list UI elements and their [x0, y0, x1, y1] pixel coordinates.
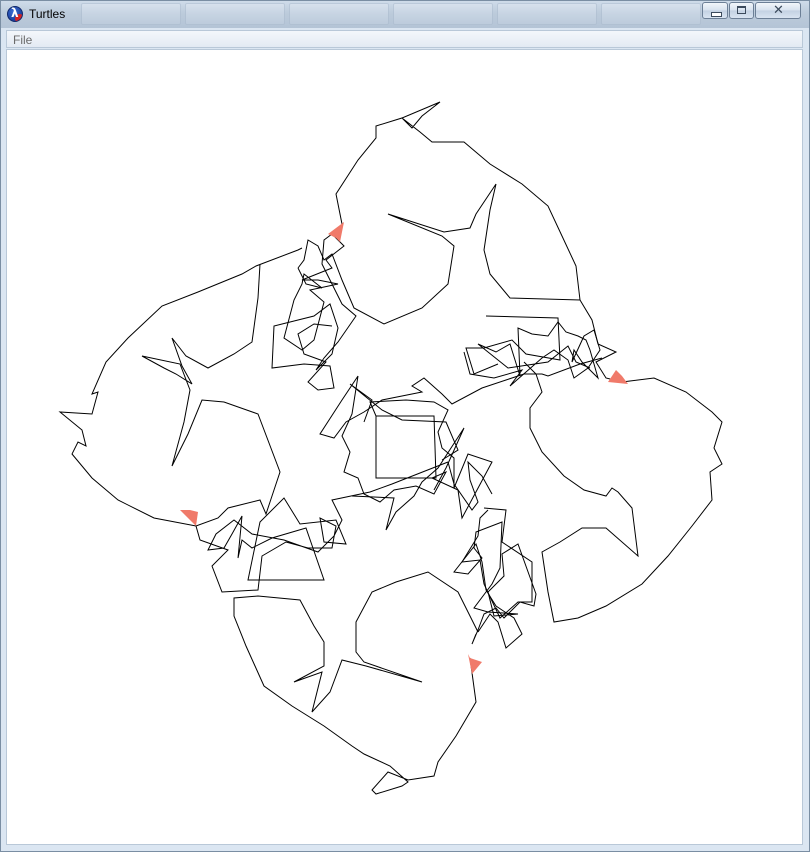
- window-title: Turtles: [29, 7, 66, 21]
- left-lobe-outline: [58, 247, 303, 527]
- tangle-lower-left: [195, 461, 449, 593]
- maximize-icon: [737, 6, 746, 14]
- menu-file[interactable]: File: [13, 33, 32, 47]
- top-lobe-outline: [297, 101, 581, 325]
- tangle-upper-left: [271, 233, 357, 391]
- turtle-icon: [328, 222, 344, 242]
- app-window: Turtles ✕ File: [0, 0, 810, 852]
- center-zigzag-a: [351, 427, 465, 531]
- drawing-surface: [58, 101, 723, 795]
- close-icon: ✕: [773, 3, 784, 18]
- bottom-lobe-outline: [233, 571, 479, 795]
- background-taskbar: [81, 3, 701, 25]
- minimize-button[interactable]: [702, 2, 728, 19]
- tangle-upper-right: [463, 321, 601, 387]
- turtle-icon: [608, 370, 628, 384]
- turtle-icon: [468, 654, 482, 674]
- turtle-paths: [58, 101, 723, 795]
- close-button[interactable]: ✕: [755, 2, 801, 19]
- title-bar[interactable]: Turtles ✕: [1, 1, 809, 28]
- menu-bar: File: [6, 30, 803, 48]
- maximize-button[interactable]: [729, 2, 754, 19]
- turtle-canvas[interactable]: [6, 49, 803, 845]
- right-lobe-outline: [523, 299, 723, 623]
- turtles: [180, 222, 628, 674]
- minimize-icon: [711, 12, 722, 17]
- tangle-lower-right: [453, 521, 537, 649]
- app-icon[interactable]: [7, 6, 23, 22]
- tangle-lower-right-b: [461, 507, 533, 619]
